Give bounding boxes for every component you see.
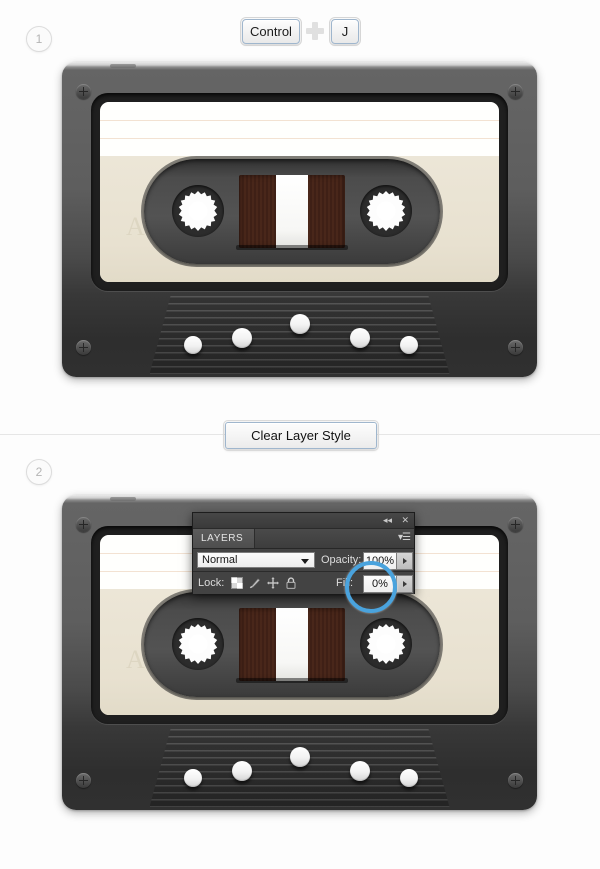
panel-titlebar[interactable]: ◂◂ ✕ (193, 513, 414, 529)
bottom-hole-5 (400, 336, 418, 354)
label-rule-2 (100, 138, 499, 139)
plus-icon (306, 22, 324, 40)
bottom-hole-3 (290, 314, 310, 334)
reel-right (360, 185, 412, 237)
close-icon[interactable]: ✕ (401, 515, 409, 526)
opacity-stepper[interactable] (396, 552, 413, 570)
lock-position-icon[interactable] (266, 576, 280, 590)
reel-left (172, 185, 224, 237)
blend-mode-value: Normal (202, 554, 238, 566)
screw-top-left (76, 84, 91, 99)
panel-tabrow: LAYERS ▾☰ (193, 529, 414, 549)
blend-mode-select[interactable]: Normal (197, 552, 315, 568)
reel-left (172, 618, 224, 670)
clear-layer-style-button[interactable]: Clear Layer Style (223, 420, 379, 451)
lock-label: Lock: (198, 577, 225, 589)
tape-gap (276, 608, 308, 681)
label-white-band (100, 102, 499, 156)
gear-hole-right (376, 201, 396, 221)
lock-image-icon[interactable] (249, 577, 261, 589)
double-chevron-left-icon[interactable]: ◂◂ (383, 515, 392, 526)
cassette-side-letter: A (126, 212, 146, 241)
tape-shadow (236, 678, 348, 683)
tape-window (144, 592, 440, 697)
bottom-hole-2 (232, 761, 252, 781)
reel-right (360, 618, 412, 670)
tutorial-page: 1 Control J A Clear Layer Style 2 A ◂◂ ✕… (0, 0, 600, 869)
bottom-hole-1 (184, 336, 202, 354)
bottom-hole-1 (184, 769, 202, 787)
tape-window (144, 159, 440, 264)
bottom-hole-2 (232, 328, 252, 348)
tape-gap (276, 175, 308, 248)
panel-menu-icon[interactable]: ▾☰ (398, 532, 411, 544)
screw-bottom-right (508, 340, 523, 355)
bottom-hole-4 (350, 328, 370, 348)
cassette-top-notch (110, 497, 136, 501)
gear-hole-right (376, 634, 396, 654)
cassette-bottom-ridges (149, 729, 450, 807)
screw-top-right (508, 517, 523, 532)
key-control-button[interactable]: Control (240, 17, 302, 46)
fill-highlight-ring (345, 561, 397, 613)
bottom-hole-3 (290, 747, 310, 767)
screw-bottom-left (76, 340, 91, 355)
gear-hole-left (188, 634, 208, 654)
step-badge-2: 2 (26, 459, 52, 485)
cassette-side-letter: A (126, 645, 146, 674)
key-j-button[interactable]: J (329, 17, 361, 46)
step-badge-1: 1 (26, 26, 52, 52)
lock-all-icon[interactable] (285, 577, 297, 589)
cassette-illustration-1: A (62, 62, 537, 377)
bottom-hole-5 (400, 769, 418, 787)
opacity-label: Opacity: (321, 554, 362, 566)
screw-bottom-right (508, 773, 523, 788)
cassette-bottom-ridges (149, 296, 450, 374)
chevron-down-icon[interactable] (301, 559, 309, 564)
fill-stepper[interactable] (396, 575, 413, 593)
screw-bottom-left (76, 773, 91, 788)
lock-transparency-icon[interactable] (231, 577, 243, 589)
screw-top-left (76, 517, 91, 532)
tab-layers[interactable]: LAYERS (193, 529, 255, 548)
bottom-hole-4 (350, 761, 370, 781)
tape-shadow (236, 245, 348, 250)
screw-top-right (508, 84, 523, 99)
label-rule-1 (100, 120, 499, 121)
cassette-window-frame: A (91, 93, 508, 291)
cassette-top-notch (110, 64, 136, 68)
gear-hole-left (188, 201, 208, 221)
